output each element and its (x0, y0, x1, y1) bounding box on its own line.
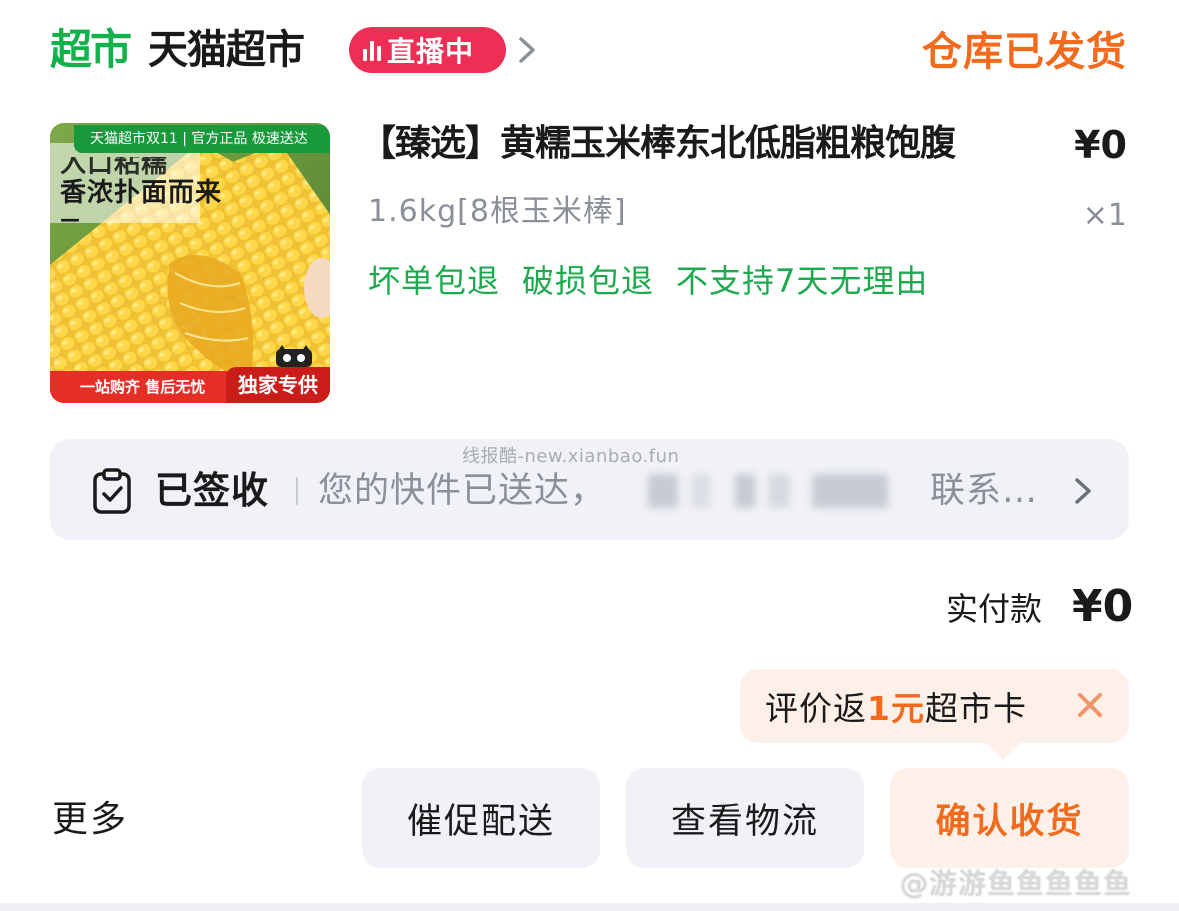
review-reward-tooltip[interactable]: 评价返1元超市卡 (740, 669, 1129, 743)
guarantee-tag: 坏单包退 (368, 262, 501, 300)
order-status: 仓库已发货 (922, 29, 1127, 75)
live-badge-label: 直播中 (387, 35, 475, 68)
image-headline-line-1: 入口粘糯 (60, 157, 169, 177)
image-headline-line-3: — (60, 207, 81, 231)
delivery-status-label: 已签收 (155, 469, 269, 512)
store-name[interactable]: 天猫超市 (148, 22, 305, 78)
image-top-tag: 天猫超市双11 | 官方正品 极速送达 (74, 125, 330, 153)
review-reward-text: 评价返1元超市卡 (765, 682, 1027, 730)
image-headline: 入口粘糯 香浓扑面而来 — (60, 157, 222, 229)
bottom-divider (0, 903, 1179, 911)
image-exclusive-tag: 独家专供 (226, 367, 330, 403)
image-headline-line-2: 香浓扑面而来 (60, 178, 223, 208)
paid-amount: ¥0 (1072, 581, 1134, 632)
redacted-text (648, 474, 678, 508)
confirm-receipt-button[interactable]: 确认收货 (890, 768, 1129, 868)
product-price: ¥0 (1074, 123, 1127, 167)
live-badge[interactable]: 直播中 (349, 27, 506, 73)
redacted-text (692, 474, 710, 508)
view-logistics-button[interactable]: 查看物流 (626, 768, 864, 868)
close-icon[interactable] (1074, 689, 1106, 721)
clipboard-check-icon (93, 468, 131, 514)
tmall-supermarket-logo: 超市 (50, 25, 132, 74)
redacted-text (812, 474, 888, 508)
chevron-right-icon[interactable] (1070, 470, 1096, 512)
review-highlight: 1元 (867, 689, 925, 728)
site-watermark: 线报酷-new.xianbao.fun (462, 446, 680, 467)
divider (296, 477, 298, 505)
review-prefix: 评价返 (765, 689, 867, 728)
product-title[interactable]: 【臻选】黄糯玉米棒东北低脂粗粮饱腹 (360, 120, 956, 168)
delivery-message: 您的快件已送达， (318, 471, 607, 511)
redacted-text (768, 474, 790, 508)
paid-label: 实付款 (946, 590, 1043, 628)
product-quantity: ×1 (1082, 198, 1127, 233)
more-button[interactable]: 更多 (52, 796, 128, 844)
guarantee-tag: 不支持7天无理由 (676, 262, 929, 300)
review-suffix: 超市卡 (924, 689, 1027, 728)
chevron-right-icon[interactable] (512, 28, 542, 72)
tooltip-pointer (985, 742, 1021, 760)
product-spec: 1.6kg[8根玉米棒] (368, 194, 627, 229)
guarantee-tag: 破损包退 (522, 262, 655, 300)
redacted-text (735, 474, 755, 508)
weibo-watermark: @游游鱼鱼鱼鱼鱼 (900, 867, 1133, 900)
delivery-contact: 联系… (930, 471, 1039, 511)
urge-delivery-button[interactable]: 催促配送 (362, 768, 600, 868)
tmall-cat-icon (276, 345, 312, 367)
live-bars-icon (363, 39, 381, 61)
product-image[interactable]: 天猫超市双11 | 官方正品 极速送达 入口粘糯 香浓扑面而来 — 一站购齐 售… (50, 123, 330, 403)
service-guarantees: 坏单包退 破损包退 不支持7天无理由 (368, 258, 928, 304)
